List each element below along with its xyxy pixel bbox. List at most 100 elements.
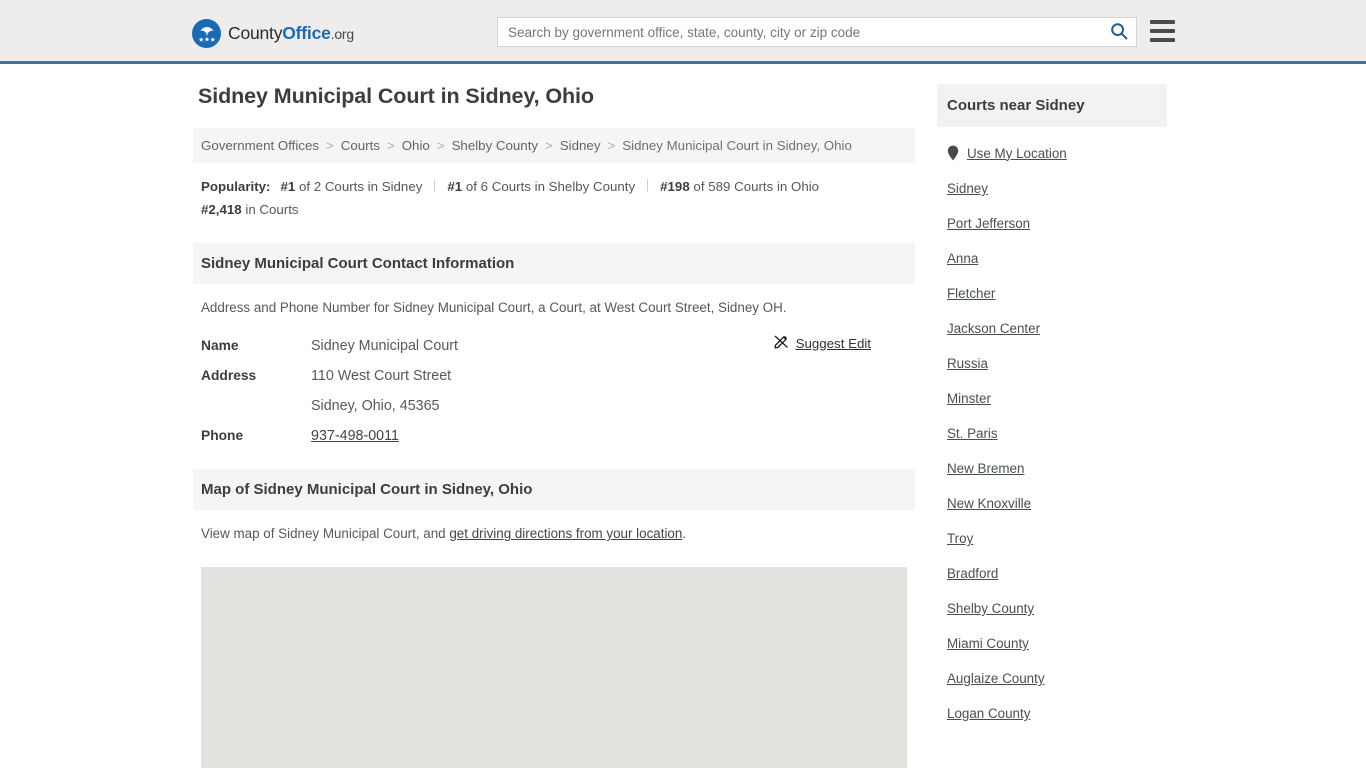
- sidebar-item-label[interactable]: Shelby County: [947, 601, 1034, 616]
- sidebar-item-label[interactable]: Bradford: [947, 566, 998, 581]
- breadcrumb-item-1[interactable]: Government Offices: [201, 138, 319, 153]
- sidebar-item-minster[interactable]: Minster: [937, 381, 1167, 416]
- sidebar-item-label[interactable]: Fletcher: [947, 286, 995, 301]
- contact-info-row: Sidney, Ohio, 45365: [201, 391, 907, 421]
- phone-link[interactable]: 937-498-0011: [311, 428, 399, 444]
- sidebar-item-logan-county[interactable]: Logan County: [937, 696, 1167, 731]
- contact-info-row: Phone 937-498-0011: [201, 421, 907, 451]
- sidebar-item-auglaize-county[interactable]: Auglaize County: [937, 661, 1167, 696]
- popularity-item-4: #2,418 in Courts: [201, 202, 299, 217]
- contact-info-value: Sidney, Ohio, 45365: [311, 398, 440, 414]
- sidebar-item-russia[interactable]: Russia: [937, 346, 1167, 381]
- contact-info-value: 937-498-0011: [311, 421, 399, 451]
- sidebar-item-label[interactable]: Jackson Center: [947, 321, 1040, 336]
- sidebar-item-label[interactable]: Miami County: [947, 636, 1029, 651]
- sidebar-heading: Courts near Sidney: [937, 84, 1167, 127]
- sidebar-list: Use My Location Sidney Port Jefferson Anna…: [937, 127, 1167, 731]
- sidebar-item-new-bremen[interactable]: New Bremen: [937, 451, 1167, 486]
- sidebar-item-label[interactable]: New Bremen: [947, 461, 1024, 476]
- breadcrumb-item-3[interactable]: Ohio: [402, 138, 430, 153]
- contact-info-table: Name Sidney Municipal Court Address 110 Wes…: [193, 323, 915, 451]
- breadcrumb-separator: >: [326, 138, 334, 153]
- sidebar-item-port-jefferson[interactable]: Port Jefferson: [937, 206, 1167, 241]
- driving-directions-link[interactable]: get driving directions from your locatio…: [449, 526, 682, 541]
- pencil-edit-icon: [774, 334, 789, 352]
- popularity-divider: [647, 179, 649, 192]
- site-logo[interactable]: CountyOffice.org: [192, 19, 354, 48]
- contact-info-value: 110 West Court Street: [311, 368, 452, 384]
- logo-text-org: .org: [330, 26, 355, 42]
- popularity-rank: #1: [447, 179, 463, 194]
- main-column: Sidney Municipal Court in Sidney, Ohio G…: [193, 84, 915, 768]
- map-section-heading: Map of Sidney Municipal Court in Sidney,…: [193, 469, 915, 510]
- search-button[interactable]: [1102, 18, 1136, 46]
- sidebar-item-jackson-center[interactable]: Jackson Center: [937, 311, 1167, 346]
- sidebar-item-label[interactable]: Logan County: [947, 706, 1030, 721]
- sidebar-item-label[interactable]: Russia: [947, 356, 988, 371]
- suggest-edit-label: Suggest Edit: [795, 335, 871, 351]
- sidebar-item-label[interactable]: New Knoxville: [947, 496, 1031, 511]
- breadcrumb: Government Offices > Courts > Ohio > Shelby Co…: [193, 128, 915, 163]
- map-embed-placeholder[interactable]: [201, 567, 907, 768]
- use-my-location-link[interactable]: Use My Location: [967, 146, 1067, 161]
- sidebar-item-troy[interactable]: Troy: [937, 521, 1167, 556]
- breadcrumb-separator: >: [545, 138, 553, 153]
- popularity-rank: #1: [280, 179, 296, 194]
- popularity-divider: [434, 179, 436, 192]
- map-section-description: View map of Sidney Municipal Court, and …: [193, 510, 915, 549]
- map-description-prefix: View map of Sidney Municipal Court, and: [201, 526, 450, 541]
- popularity-item-1: #1 of 2 Courts in Sidney: [280, 179, 423, 194]
- popularity-rank: #2,418: [201, 202, 242, 217]
- sidebar-item-label[interactable]: Anna: [947, 251, 978, 266]
- contact-info-key: Name: [201, 338, 239, 353]
- map-pin-icon: [947, 145, 959, 161]
- contact-info-key: Address: [201, 368, 257, 383]
- countyoffice-eagle-logo-icon: [192, 19, 221, 48]
- contact-section-description: Address and Phone Number for Sidney Muni…: [201, 300, 787, 315]
- sidebar-item-bradford[interactable]: Bradford: [937, 556, 1167, 591]
- popularity-item-3: #198 of 589 Courts in Ohio: [660, 179, 820, 194]
- sidebar-item-fletcher[interactable]: Fletcher: [937, 276, 1167, 311]
- page-body: Sidney Municipal Court in Sidney, Ohio G…: [0, 64, 1366, 768]
- popularity-label: Popularity:: [201, 179, 271, 194]
- sidebar-item-sidney[interactable]: Sidney: [937, 171, 1167, 206]
- sidebar-item-label[interactable]: St. Paris: [947, 426, 998, 441]
- breadcrumb-separator: >: [386, 138, 395, 153]
- contact-info-value: Sidney Municipal Court: [311, 338, 459, 354]
- hamburger-bar-1: [1150, 20, 1175, 24]
- hamburger-bar-3: [1150, 38, 1175, 42]
- logo-text-office: Office: [282, 23, 331, 43]
- sidebar-item-miami-county[interactable]: Miami County: [937, 626, 1167, 661]
- sidebar-item-label[interactable]: Sidney: [947, 181, 988, 196]
- sidebar-item-shelby-county[interactable]: Shelby County: [937, 591, 1167, 626]
- popularity-item-2: #1 of 6 Courts in Shelby County: [447, 179, 636, 194]
- search-input[interactable]: [498, 18, 1102, 46]
- breadcrumb-item-2[interactable]: Courts: [341, 138, 380, 153]
- search-icon: [1110, 22, 1128, 43]
- sidebar-item-use-my-location[interactable]: Use My Location: [937, 135, 1167, 171]
- hamburger-bar-2: [1150, 29, 1175, 33]
- sidebar-item-st-paris[interactable]: St. Paris: [937, 416, 1167, 451]
- breadcrumb-separator: >: [436, 138, 445, 153]
- site-header: CountyOffice.org: [0, 0, 1366, 64]
- page-title: Sidney Municipal Court in Sidney, Ohio: [198, 84, 594, 108]
- sidebar-item-anna[interactable]: Anna: [937, 241, 1167, 276]
- popularity-row: Popularity: #1 of 2 Courts in Sidney #1 of…: [193, 163, 915, 225]
- hamburger-menu-icon[interactable]: [1150, 20, 1175, 42]
- sidebar-item-label[interactable]: Minster: [947, 391, 991, 406]
- sidebar-item-label[interactable]: Troy: [947, 531, 973, 546]
- logo-text-county: County: [228, 23, 283, 43]
- sidebar-item-label[interactable]: Port Jefferson: [947, 216, 1030, 231]
- breadcrumb-item-4[interactable]: Shelby County: [452, 138, 538, 153]
- suggest-edit-button[interactable]: Suggest Edit: [774, 334, 871, 352]
- site-logo-text: CountyOffice.org: [228, 23, 354, 44]
- content-container: Sidney Municipal Court in Sidney, Ohio G…: [193, 84, 1173, 768]
- sidebar-item-label[interactable]: Auglaize County: [947, 671, 1045, 686]
- contact-info-row: Address 110 West Court Street: [201, 361, 907, 391]
- popularity-rank: #198: [660, 179, 690, 194]
- map-description-suffix: .: [682, 526, 687, 541]
- sidebar-item-new-knoxville[interactable]: New Knoxville: [937, 486, 1167, 521]
- breadcrumb-item-5[interactable]: Sidney: [560, 138, 601, 153]
- contact-info-key: Phone: [201, 428, 244, 443]
- contact-section-heading: Sidney Municipal Court Contact Informati…: [193, 243, 915, 284]
